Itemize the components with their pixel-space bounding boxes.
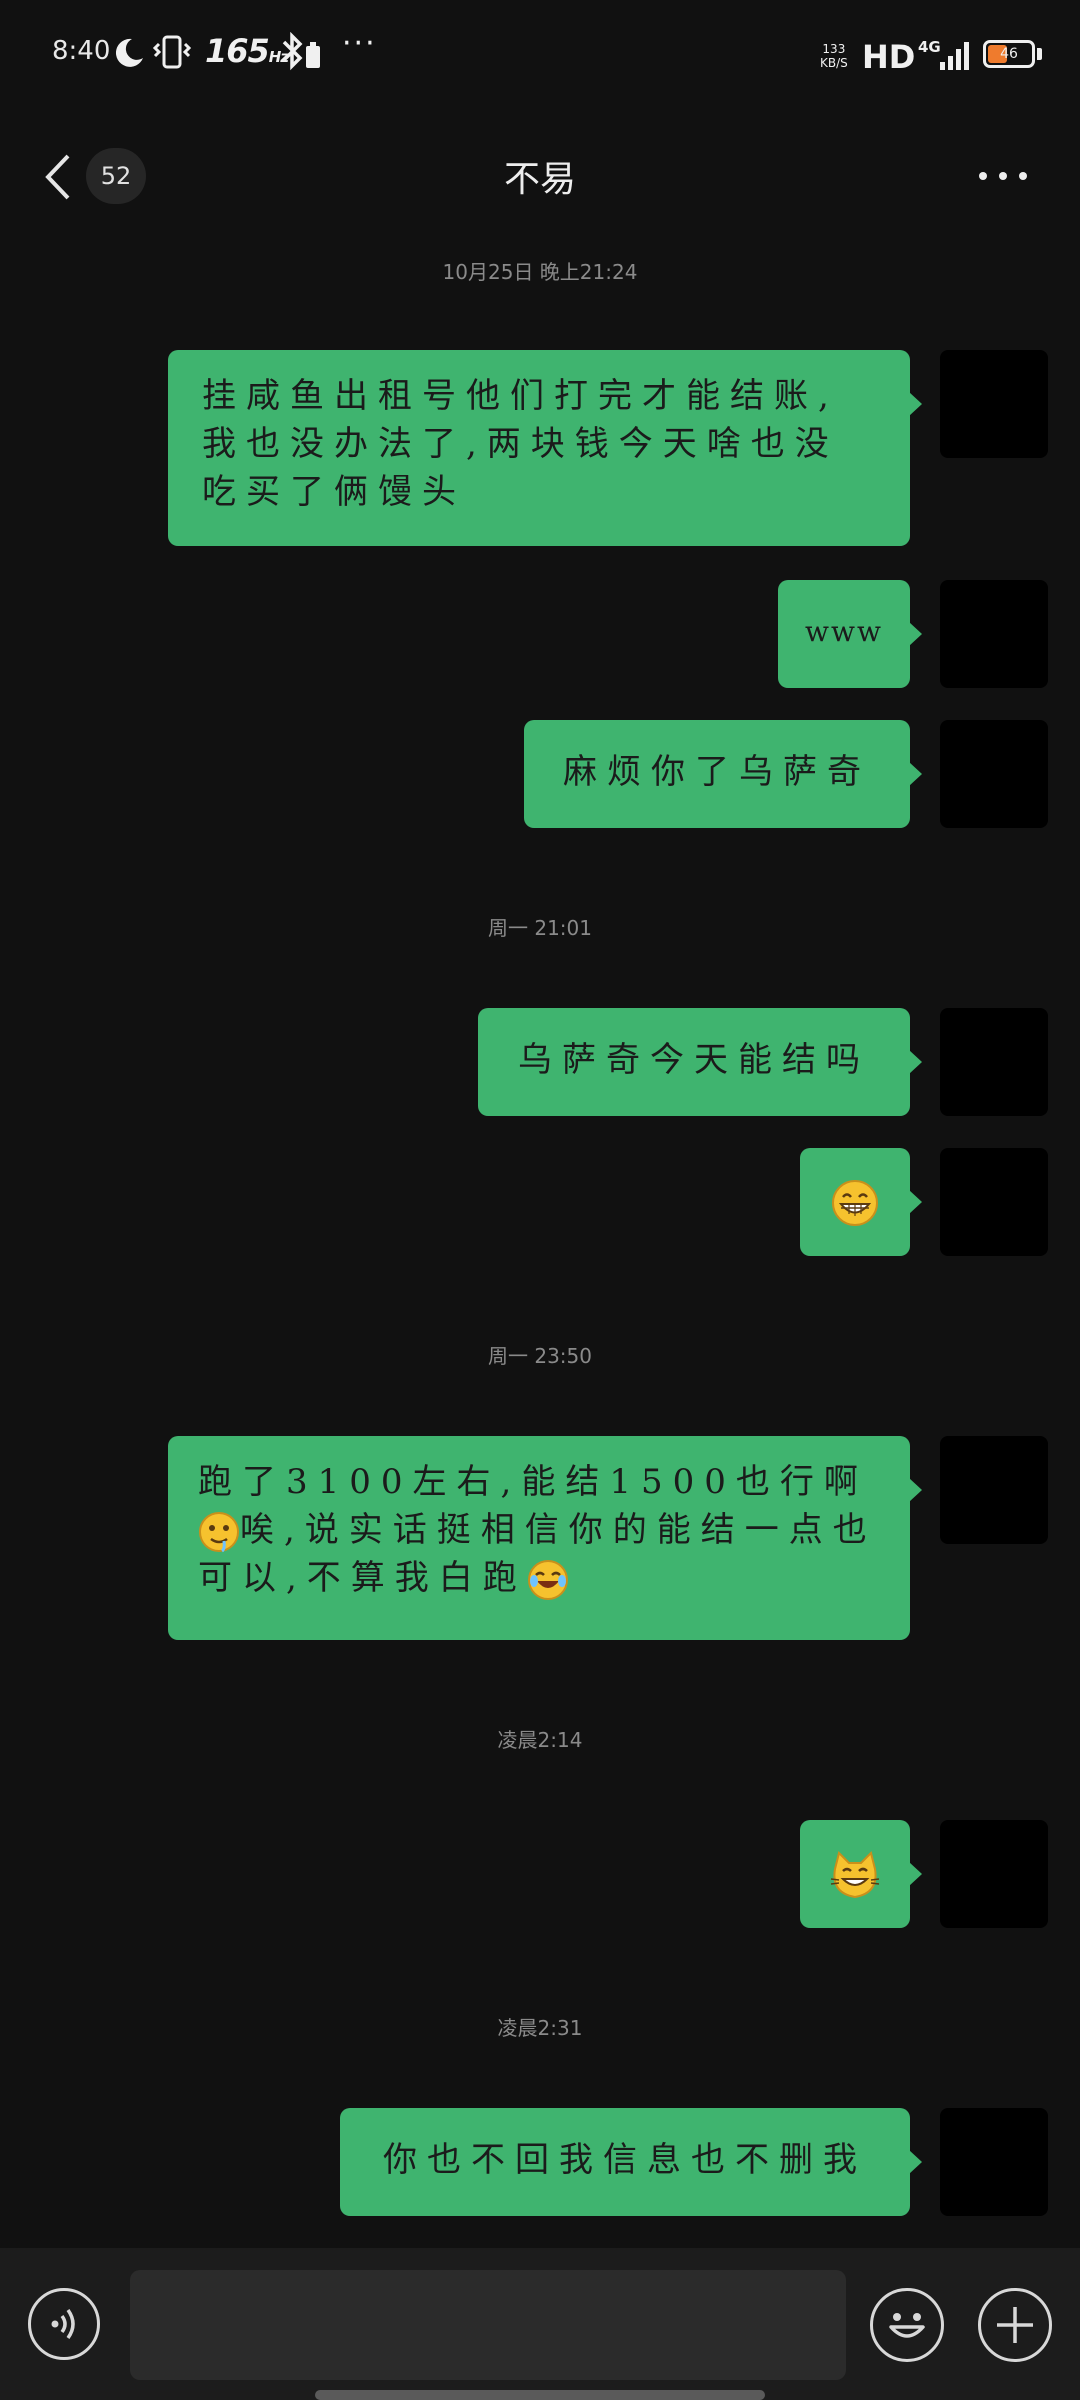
hd-indicator: HD: [862, 38, 916, 76]
message-bubble[interactable]: [800, 1148, 922, 1256]
refresh-rate: 165Hz: [205, 32, 289, 70]
chat-header: 52 不易: [0, 130, 1080, 220]
message-bubble[interactable]: 挂咸鱼出租号他们打完才能结账,我也没办法了,两块钱今天啥也没吃买了俩馒头: [168, 350, 922, 546]
message-bubble[interactable]: 麻烦你了乌萨奇: [524, 720, 922, 828]
laughing-tears-emoji-icon: [527, 1560, 568, 1600]
signal-icon: [940, 42, 969, 70]
avatar[interactable]: [940, 720, 1048, 828]
network-speed: 133 KB/S: [820, 42, 848, 70]
unread-count-badge[interactable]: 52: [86, 148, 146, 204]
message-text: 挂咸鱼出租号他们打完才能结账,我也没办法了,两块钱今天啥也没吃买了俩馒头: [202, 376, 839, 512]
more-options-button[interactable]: [975, 150, 1035, 200]
timestamp: 10月25日 晚上21:24: [442, 260, 638, 284]
message-text-part: 跑了3100左右,能结1500也行啊: [198, 1462, 868, 1502]
battery-icon: 46: [983, 40, 1035, 68]
dot: [979, 172, 987, 180]
message-bubble[interactable]: [800, 1820, 922, 1928]
message-text: 麻烦你了乌萨奇: [563, 752, 871, 792]
message-text: www: [805, 615, 883, 648]
voice-icon: [51, 2308, 75, 2340]
avatar[interactable]: [940, 1820, 1048, 1928]
network-speed-unit: KB/S: [820, 56, 848, 70]
plus-icon: [997, 2307, 1033, 2343]
home-indicator[interactable]: [315, 2390, 765, 2400]
chat-title: 不易: [503, 159, 576, 200]
message-bubble[interactable]: 跑了3100左右,能结1500也行啊唉,说实话挺相信你的能结一点也可以,不算我白…: [168, 1436, 922, 1640]
status-bar: 8:40 165Hz ··· 133 KB/S HD 4G 46: [0, 0, 1080, 110]
timestamp: 凌晨2:14: [497, 1728, 583, 1752]
refresh-rate-value: 165: [205, 32, 270, 70]
timestamp: 凌晨2:31: [497, 2016, 583, 2040]
grin-emoji-icon: [832, 1180, 878, 1226]
message-text: 乌萨奇今天能结吗: [518, 1040, 870, 1080]
avatar[interactable]: [940, 2108, 1048, 2216]
timestamp: 周一 23:50: [488, 1344, 592, 1368]
more-functions-button[interactable]: [978, 2288, 1052, 2362]
drooling-emoji-icon: [199, 1512, 239, 1553]
dot: [999, 172, 1007, 180]
message-text: 跑了3100左右,能结1500也行啊唉,说实话挺相信你的能结一点也可以,不算我白…: [198, 1458, 880, 1602]
message-bubble[interactable]: 你也不回我信息也不删我: [340, 2108, 922, 2216]
input-bar: [0, 2248, 1080, 2400]
avatar[interactable]: [940, 1148, 1048, 1256]
status-time: 8:40: [52, 36, 111, 66]
message-input[interactable]: [130, 2270, 846, 2380]
vibrate-icon: [152, 35, 192, 69]
dot: [1019, 172, 1027, 180]
voice-input-button[interactable]: [28, 2288, 100, 2360]
cat-emoji-icon: [830, 1851, 880, 1899]
message-bubble[interactable]: 乌萨奇今天能结吗: [478, 1008, 922, 1116]
timestamp: 周一 21:01: [488, 916, 592, 940]
avatar[interactable]: [940, 580, 1048, 688]
avatar[interactable]: [940, 1436, 1048, 1544]
moon-icon: [115, 38, 143, 67]
back-icon[interactable]: [40, 150, 80, 205]
bluetooth-battery-icon: [282, 32, 320, 71]
more-notifications-icon: ···: [342, 26, 377, 61]
message-text: 你也不回我信息也不删我: [383, 2140, 867, 2180]
avatar[interactable]: [940, 350, 1048, 458]
battery-cap: [1037, 48, 1042, 60]
chat-screen: 8:40 165Hz ··· 133 KB/S HD 4G 46 52 不易 1…: [0, 0, 1080, 2400]
network-speed-value: 133: [822, 42, 846, 56]
network-type: 4G: [918, 38, 941, 56]
smiley-icon: [889, 2313, 925, 2338]
emoji-button[interactable]: [870, 2288, 944, 2362]
message-bubble[interactable]: www: [778, 580, 922, 688]
avatar[interactable]: [940, 1008, 1048, 1116]
battery-percent: 46: [1000, 46, 1018, 62]
